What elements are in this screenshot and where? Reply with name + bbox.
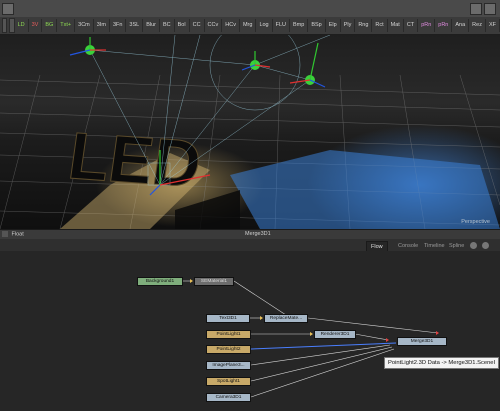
toolbar-button-rez[interactable]: Rez bbox=[469, 19, 486, 32]
toolbar-button-ct[interactable]: CT bbox=[404, 19, 419, 32]
toolbar-button-bg[interactable]: BG bbox=[42, 19, 58, 32]
node-imageplane[interactable]: ImagePlane3... bbox=[206, 361, 251, 370]
toolbar-button-3im[interactable]: 3Im bbox=[94, 19, 110, 32]
toolbar-button-rng[interactable]: Rng bbox=[355, 19, 373, 32]
view-label[interactable]: Perspective bbox=[461, 219, 490, 225]
toolbar-button-rct[interactable]: Rct bbox=[372, 19, 388, 32]
toolbar-button-bsp[interactable]: BSp bbox=[308, 19, 326, 32]
tab-console[interactable]: Console bbox=[394, 241, 422, 251]
toolbar-button-bol[interactable]: Bol bbox=[175, 19, 190, 32]
toolbar-button-ply[interactable]: Ply bbox=[341, 19, 356, 32]
node-background[interactable]: Background1 bbox=[137, 277, 183, 286]
toolbar-button-mrg[interactable]: Mrg bbox=[240, 19, 257, 32]
node-text3d[interactable]: Text3D1 bbox=[206, 314, 250, 323]
flow-graph[interactable]: Background1 SEMaterial1 Text3D1 ReplaceM… bbox=[0, 251, 500, 411]
toolbar-button-blur[interactable]: Blur bbox=[143, 19, 160, 32]
toolbar-button-flu[interactable]: FLU bbox=[273, 19, 291, 32]
close-icon[interactable] bbox=[484, 3, 496, 15]
node-merge3d[interactable]: Merge3D1 bbox=[397, 337, 447, 346]
viewport-scene: LED bbox=[0, 35, 500, 229]
pointlight-gizmo-1[interactable] bbox=[69, 37, 106, 56]
toolbar-button-mat[interactable]: Mat bbox=[388, 19, 404, 32]
flow-menu-icon[interactable] bbox=[482, 242, 489, 249]
node-renderer3d[interactable]: Renderer3D1 bbox=[314, 330, 356, 339]
node-replacematerial[interactable]: ReplaceMate... bbox=[264, 314, 308, 323]
panel-title: Merge3D1 bbox=[245, 231, 271, 237]
toolbar-button-hcv[interactable]: HCv bbox=[222, 19, 240, 32]
flow-options-icon[interactable] bbox=[470, 242, 477, 249]
toolbar-button-3cm[interactable]: 3Cm bbox=[75, 19, 94, 32]
toolbar-button-ccv[interactable]: CCv bbox=[205, 19, 223, 32]
toolbar-button-ana[interactable]: Ana bbox=[452, 19, 470, 32]
3d-viewport[interactable]: LED Perspective bbox=[0, 35, 500, 229]
toolbar-button-3sl[interactable]: 3SL bbox=[126, 19, 144, 32]
window-titlebar bbox=[0, 0, 500, 18]
toolbar-button-3fn[interactable]: 3Fn bbox=[110, 19, 127, 32]
node-spotlight[interactable]: SpotLight1 bbox=[206, 377, 251, 386]
blue-light-pool bbox=[230, 150, 500, 229]
node-camera3d[interactable]: Camera3D1 bbox=[206, 393, 251, 402]
connection-tooltip: PointLight2.3D Data -> Merge3D1.SceneI bbox=[384, 357, 500, 369]
pointlight-gizmo-3[interactable] bbox=[289, 42, 326, 88]
toolbar-button-bc[interactable]: BC bbox=[160, 19, 175, 32]
tab-spline[interactable]: Spline bbox=[445, 241, 468, 251]
minimize-icon[interactable] bbox=[470, 3, 482, 15]
toolbar-grip-icon bbox=[2, 18, 8, 33]
app-icon bbox=[2, 3, 14, 15]
tool-toolbar: LD 3V BG Txt+ 3Cm 3Im 3Fn 3SL Blur BC Bol CC CCv HCv M… bbox=[0, 17, 500, 35]
toolbar-button-xf[interactable]: XF bbox=[486, 19, 500, 32]
toolbar-button-prn[interactable]: pRn bbox=[418, 19, 436, 32]
toolbar-button-log[interactable]: Log bbox=[256, 19, 273, 32]
node-sematerial[interactable]: SEMaterial1 bbox=[194, 277, 234, 286]
highlighted-connection bbox=[250, 342, 397, 350]
tab-bar: Flow Console Timeline Spline bbox=[0, 239, 500, 252]
toolbar-button-prn[interactable]: pRn bbox=[435, 19, 453, 32]
toolbar-button-3v[interactable]: 3V bbox=[29, 19, 43, 32]
node-pointlight1[interactable]: PointLight1 bbox=[206, 330, 251, 339]
toolbar-button-elp[interactable]: Elp bbox=[326, 19, 341, 32]
toolbar-button-txt[interactable]: Txt+ bbox=[57, 19, 76, 32]
3d-text-led[interactable]: LED bbox=[64, 119, 206, 203]
node-pointlight2[interactable]: PointLight2 bbox=[206, 345, 251, 354]
toolbar-button-bmp[interactable]: Bmp bbox=[290, 19, 309, 32]
toolbar-button-cc[interactable]: CC bbox=[190, 19, 205, 32]
float-toggle[interactable]: Float bbox=[2, 231, 24, 237]
float-icon bbox=[2, 231, 8, 237]
toolbar-button-ld[interactable]: LD bbox=[15, 19, 29, 32]
